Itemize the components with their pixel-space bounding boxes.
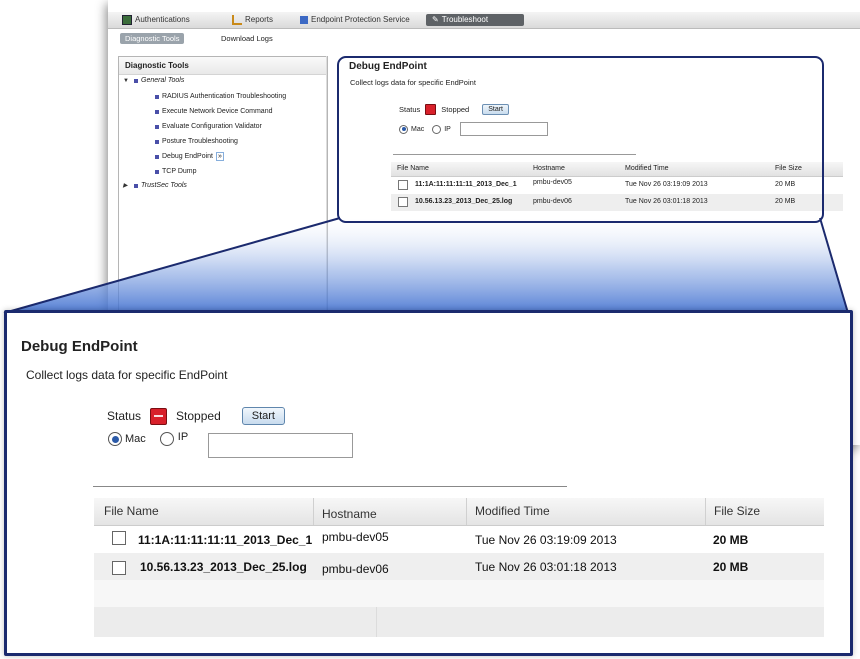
- address-type-row: Mac IP: [108, 431, 189, 446]
- table-header: File Name Hostname Modified Time File Si…: [94, 498, 824, 526]
- address-input[interactable]: [208, 433, 353, 458]
- file-name: 11:1A:11:11:11:11_2013_Dec_1: [138, 533, 313, 547]
- stop-icon: [150, 407, 168, 425]
- hostname: pmbu-dev05: [322, 530, 389, 544]
- panel-title: Debug EndPoint: [21, 338, 138, 355]
- column-header-hostname[interactable]: Hostname: [313, 498, 377, 525]
- empty-row: [94, 607, 824, 637]
- file-size: 20 MB: [713, 533, 749, 547]
- hostname: pmbu-dev06: [322, 562, 389, 576]
- callout-frame: [337, 56, 824, 223]
- status-label: Status: [107, 409, 142, 423]
- empty-row: [94, 580, 824, 607]
- mac-label: Mac: [125, 433, 146, 445]
- mac-radio[interactable]: [108, 432, 122, 446]
- file-name: 10.56.13.23_2013_Dec_25.log: [140, 560, 307, 574]
- start-button[interactable]: Start: [241, 407, 285, 425]
- row-checkbox[interactable]: [112, 561, 126, 575]
- status-row: Status Stopped Start: [107, 407, 285, 425]
- log-files-table: File Name Hostname Modified Time File Si…: [94, 498, 824, 637]
- column-separator: [376, 607, 377, 637]
- table-row[interactable]: 11:1A:11:11:11:11_2013_Dec_1 pmbu-dev05 …: [94, 526, 824, 553]
- panel-description: Collect logs data for specific EndPoint: [26, 368, 228, 382]
- row-checkbox[interactable]: [112, 531, 126, 545]
- file-size: 20 MB: [713, 560, 749, 574]
- column-header-file-name[interactable]: File Name: [104, 504, 159, 518]
- status-value: Stopped: [176, 409, 221, 423]
- separator: [93, 486, 567, 487]
- debug-endpoint-panel-zoomed: Debug EndPoint Collect logs data for spe…: [4, 310, 853, 656]
- projection-beam: [4, 218, 848, 313]
- table-row[interactable]: 10.56.13.23_2013_Dec_25.log pmbu-dev06 T…: [94, 553, 824, 580]
- ip-radio[interactable]: [159, 432, 174, 446]
- modified-time: Tue Nov 26 03:01:18 2013: [475, 560, 617, 574]
- column-header-file-size[interactable]: File Size: [705, 498, 760, 525]
- ip-label: IP: [177, 431, 189, 443]
- modified-time: Tue Nov 26 03:19:09 2013: [475, 533, 617, 547]
- column-header-modified-time[interactable]: Modified Time: [466, 498, 550, 525]
